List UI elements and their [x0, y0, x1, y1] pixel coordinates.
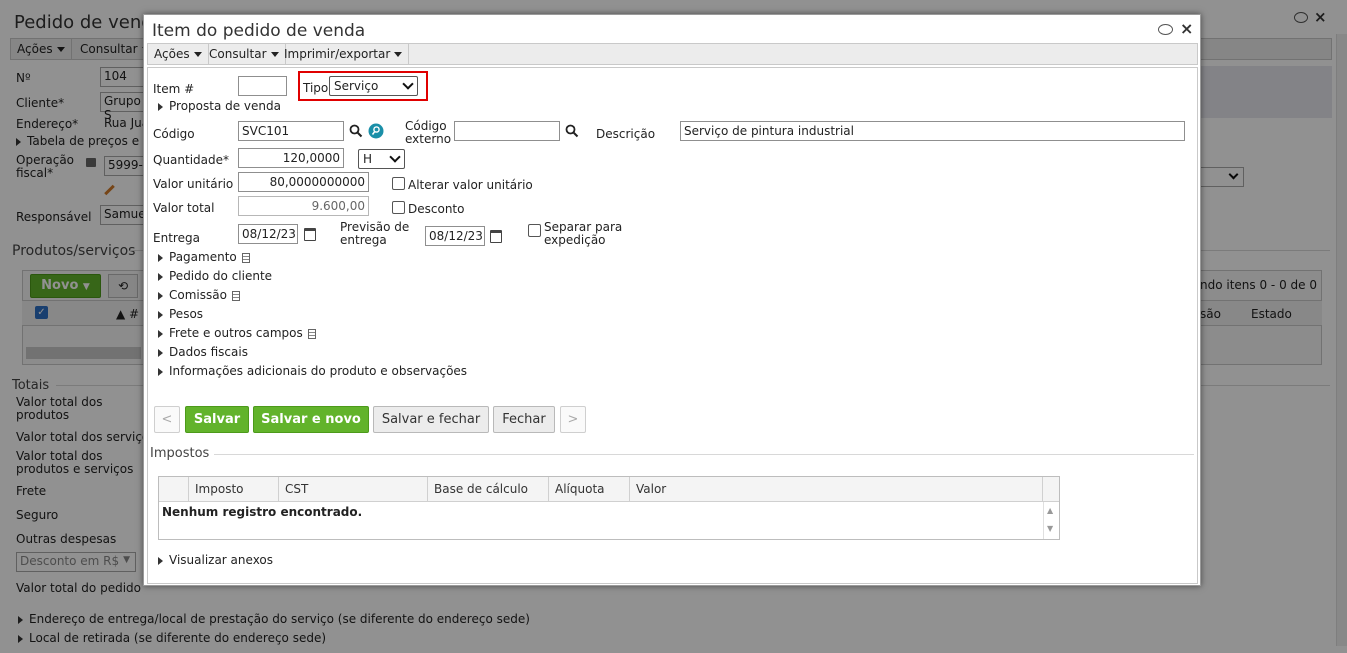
tipo-highlight-box — [298, 71, 428, 101]
item-input[interactable] — [238, 76, 287, 96]
impostos-col-aliquota[interactable]: Alíquota — [549, 477, 630, 501]
impostos-col-base[interactable]: Base de cálculo — [428, 477, 549, 501]
previous-button[interactable]: < — [154, 406, 180, 433]
pesos-expander[interactable]: Pesos — [158, 307, 203, 321]
modal-menu-imprimir[interactable]: Imprimir/exportar — [278, 44, 410, 64]
next-button[interactable]: > — [560, 406, 586, 433]
search-icon[interactable] — [565, 124, 579, 138]
quantidade-label: Quantidade* — [153, 153, 230, 167]
alterar-valor-checkbox[interactable] — [392, 177, 405, 190]
codigo-input[interactable]: SVC101 — [238, 121, 344, 141]
modal-title: Item do pedido de venda — [152, 21, 366, 41]
impostos-title: Impostos — [150, 446, 210, 461]
impostos-scrollbar[interactable]: ▲ ▼ — [1043, 502, 1059, 539]
salvar-button[interactable]: Salvar — [185, 406, 249, 433]
pedido-cliente-expander[interactable]: Pedido do cliente — [158, 269, 272, 283]
modal-menu-consultar[interactable]: Consultar — [203, 44, 286, 64]
salvar-novo-button[interactable]: Salvar e novo — [253, 406, 369, 433]
codigo-label: Código — [153, 127, 195, 141]
calendar-icon[interactable] — [490, 230, 502, 243]
impostos-header-scroll — [1043, 477, 1059, 501]
document-icon — [307, 328, 316, 339]
impostos-grid: Imposto CST Base de cálculo Alíquota Val… — [158, 476, 1060, 540]
modal-menu-acoes[interactable]: Ações — [148, 44, 209, 64]
fechar-button[interactable]: Fechar — [493, 406, 555, 433]
impostos-col-valor[interactable]: Valor — [630, 477, 1043, 501]
separar-checkbox[interactable] — [528, 224, 541, 237]
codigo-externo-input[interactable] — [454, 121, 560, 141]
proposta-expander[interactable]: Proposta de venda — [158, 99, 281, 113]
informacoes-adicionais-expander[interactable]: Informações adicionais do produto e obse… — [158, 364, 467, 378]
valor-unitario-label: Valor unitário — [153, 177, 234, 191]
lookup-icon[interactable] — [368, 123, 384, 139]
modal-close-icon[interactable]: × — [1180, 19, 1193, 38]
dados-fiscais-expander[interactable]: Dados fiscais — [158, 345, 248, 359]
comissao-expander[interactable]: Comissão — [158, 288, 240, 302]
separar-label: Separar para expedição — [544, 220, 623, 247]
modal-menubar: Ações Consultar Imprimir/exportar — [147, 43, 1198, 65]
alterar-valor-label: Alterar valor unitário — [408, 178, 533, 192]
unidade-select[interactable]: H — [358, 149, 405, 169]
salvar-fechar-button[interactable]: Salvar e fechar — [373, 406, 489, 433]
desconto-checkbox[interactable] — [392, 201, 405, 214]
impostos-empty-message: Nenhum registro encontrado. — [162, 505, 363, 519]
document-icon — [241, 252, 250, 263]
modal-chat-icon[interactable] — [1158, 24, 1173, 35]
quantidade-input[interactable]: 120,0000 — [238, 148, 344, 168]
valor-unitario-input[interactable]: 80,0000000000 — [238, 172, 369, 192]
impostos-col-cst[interactable]: CST — [279, 477, 428, 501]
item-modal: Item do pedido de venda × Ações Consulta… — [143, 14, 1201, 586]
previsao-input[interactable]: 08/12/23 — [425, 226, 485, 246]
desconto-label: Desconto — [408, 202, 465, 216]
item-label: Item # — [153, 82, 195, 96]
visualizar-anexos-expander[interactable]: Visualizar anexos — [158, 553, 273, 567]
impostos-col-spacer — [159, 477, 189, 501]
search-icon[interactable] — [349, 124, 363, 138]
previsao-label: Previsão de entrega — [340, 220, 410, 247]
valor-total-input: 9.600,00 — [238, 196, 369, 216]
impostos-col-imposto[interactable]: Imposto — [189, 477, 279, 501]
pagamento-expander[interactable]: Pagamento — [158, 250, 250, 264]
codigo-externo-label: Código externo — [405, 119, 452, 146]
document-icon — [231, 290, 240, 301]
descricao-label: Descrição — [596, 127, 656, 141]
entrega-label: Entrega — [153, 231, 200, 245]
modal-content: Item # Tipo Serviço Proposta de venda Có… — [147, 67, 1198, 584]
calendar-icon[interactable] — [304, 228, 316, 241]
descricao-input[interactable]: Serviço de pintura industrial — [680, 121, 1185, 141]
valor-total-label: Valor total — [153, 201, 215, 215]
frete-expander[interactable]: Frete e outros campos — [158, 326, 316, 340]
entrega-input[interactable]: 08/12/23 — [238, 224, 298, 244]
